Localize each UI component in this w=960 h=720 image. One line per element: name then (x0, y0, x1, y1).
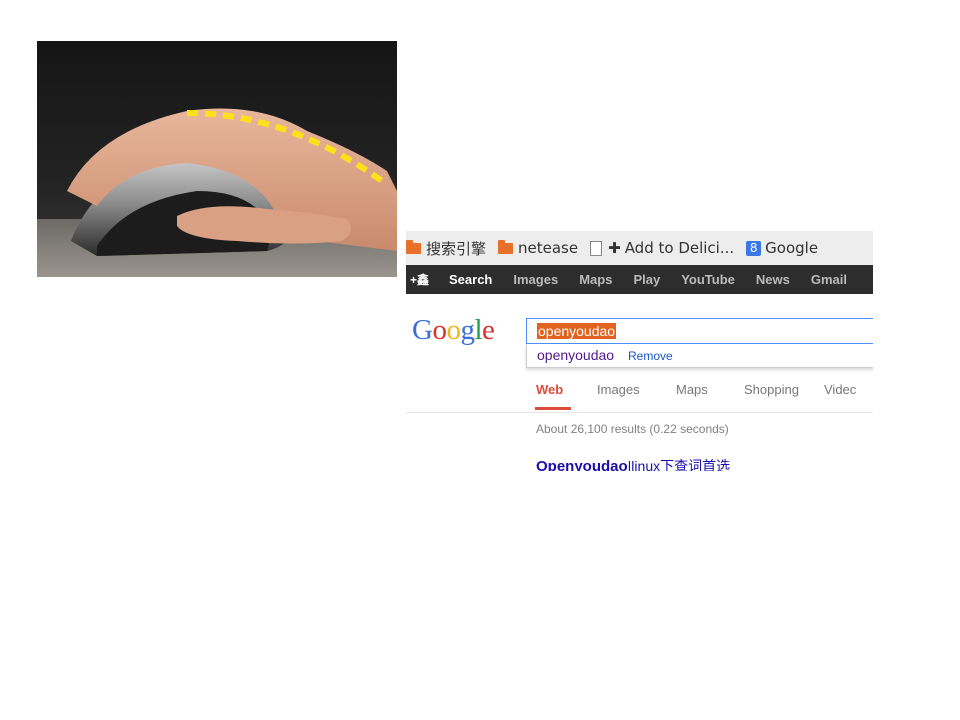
google-black-bar: +鑫 Search Images Maps Play YouTube News … (406, 265, 873, 294)
bookmark-label: Add to Delici... (624, 239, 735, 257)
gbar-plus-profile[interactable]: +鑫 (410, 271, 429, 288)
folder-icon (498, 239, 514, 254)
tab-maps[interactable]: Maps (676, 382, 708, 397)
hand-on-mouse-photo (37, 41, 397, 277)
google-logo[interactable]: Google (412, 314, 495, 347)
suggestion-item[interactable]: openyoudao (537, 347, 614, 363)
gbar-images[interactable]: Images (513, 272, 558, 287)
page-icon (590, 240, 603, 256)
search-query-text: openyoudao (537, 323, 617, 339)
browser-window: 搜索引擎 netease ✚ Add to Delici... 8 Google… (406, 231, 873, 471)
gbar-gmail[interactable]: Gmail (811, 272, 847, 287)
gbar-maps[interactable]: Maps (579, 272, 612, 287)
bookmark-label: netease (518, 239, 579, 257)
result-title-bold: Openyoudao (536, 458, 628, 471)
bookmark-add-to-delicious[interactable]: ✚ Add to Delici... (590, 239, 734, 257)
google-icon: 8 (746, 240, 762, 256)
folder-icon (406, 239, 421, 254)
result-stats: About 26,100 results (0.22 seconds) (536, 422, 729, 436)
tab-web[interactable]: Web (534, 382, 572, 410)
search-input[interactable]: openyoudao (526, 318, 873, 344)
bookmarks-bar: 搜索引擎 netease ✚ Add to Delici... 8 Google (406, 231, 873, 265)
first-result-title[interactable]: Openyoudao|linux下查词首选 (536, 456, 730, 471)
gbar-play[interactable]: Play (633, 272, 660, 287)
search-tabs: Web Images Maps Shopping Videc (406, 368, 873, 413)
plus-icon: ✚ (608, 239, 621, 257)
tab-shopping[interactable]: Shopping (744, 382, 799, 397)
tab-videos[interactable]: Videc (824, 382, 856, 397)
gbar-youtube[interactable]: YouTube (681, 272, 735, 287)
remove-suggestion-link[interactable]: Remove (628, 349, 673, 363)
bookmark-label: 搜索引擎 (426, 239, 487, 258)
bookmark-search-engines[interactable]: 搜索引擎 (406, 238, 486, 259)
gbar-news[interactable]: News (756, 272, 790, 287)
bookmark-google[interactable]: 8 Google (746, 239, 818, 257)
bookmark-label: Google (765, 239, 819, 257)
gbar-search[interactable]: Search (449, 272, 492, 287)
tab-images[interactable]: Images (597, 382, 640, 397)
bookmark-netease[interactable]: netease (498, 239, 578, 257)
autocomplete-dropdown: openyoudao Remove (526, 344, 873, 368)
result-title-rest: |linux下查词首选 (627, 458, 731, 471)
